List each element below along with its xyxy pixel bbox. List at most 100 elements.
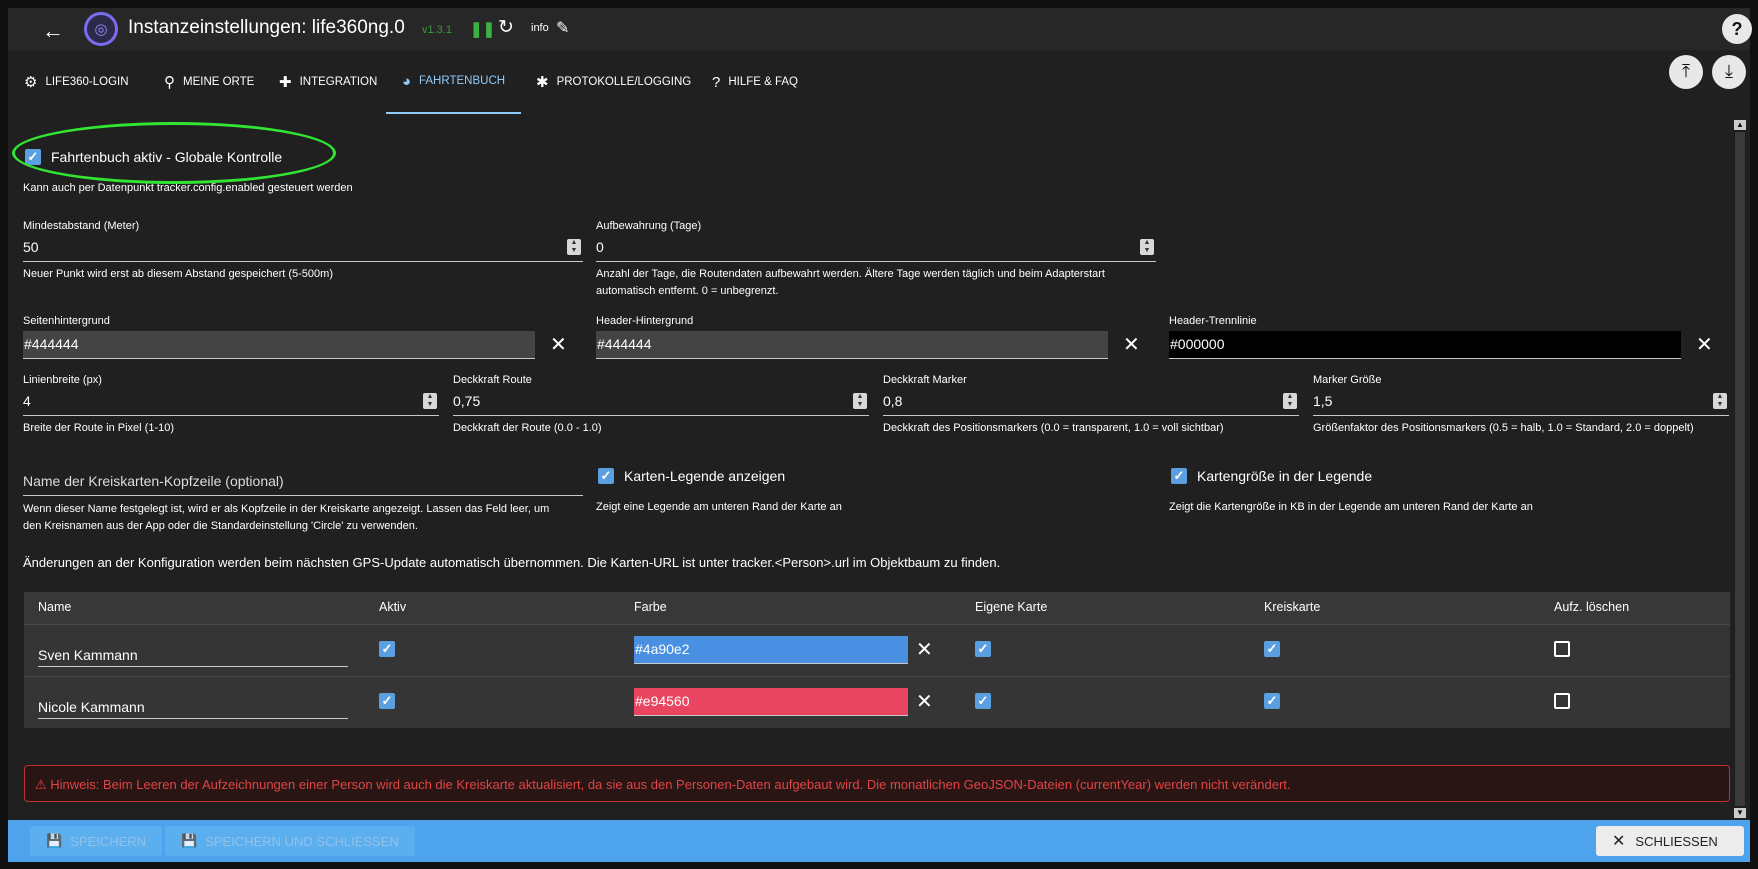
globe-icon: ◕: [401, 72, 411, 90]
tab-label: LIFE360-LOGIN: [45, 76, 129, 88]
route-opacity-input[interactable]: 0,75 ▲ ▼: [453, 390, 869, 416]
min-distance-value: 50: [23, 239, 39, 255]
kreiskarte-checkbox[interactable]: ✓: [1264, 641, 1280, 657]
line-width-input[interactable]: 4 ▲ ▼: [23, 390, 439, 416]
route-opacity-value: 0,75: [453, 393, 481, 409]
page-bg-input[interactable]: #444444: [23, 331, 535, 359]
save-close-button[interactable]: 💾 SPEICHERN UND SCHLIESSEN: [165, 826, 415, 856]
tab-label: FAHRTENBUCH: [419, 75, 506, 87]
clear-page-bg-icon[interactable]: ✕: [550, 335, 567, 355]
floppy-icon: 💾: [181, 833, 198, 848]
tab-hilfe-faq[interactable]: ? HILFE & FAQ: [702, 50, 808, 114]
line-width-label: Linienbreite (px): [23, 374, 102, 386]
header-bg-input[interactable]: #444444: [596, 331, 1108, 359]
header-bg-label: Header-Hintergrund: [596, 315, 694, 327]
edit-pencil-icon[interactable]: ✎: [556, 18, 569, 38]
highlight-circle: [12, 122, 336, 184]
marker-opacity-input[interactable]: 0,8 ▲ ▼: [883, 390, 1299, 416]
marker-opacity-value: 0,8: [883, 393, 903, 409]
header-line-input[interactable]: #000000: [1169, 331, 1681, 359]
table-row: Sven Kammann ✓ #4a90e2 ✕ ✓ ✓: [24, 624, 1730, 676]
pause-icon[interactable]: ❚❚: [470, 20, 495, 38]
clear-header-bg-icon[interactable]: ✕: [1123, 335, 1140, 355]
clear-color-icon[interactable]: ✕: [916, 640, 933, 660]
save-button[interactable]: 💾 SPEICHERN: [30, 826, 163, 856]
close-button[interactable]: ✕ SCHLIESSEN: [1596, 826, 1744, 856]
marker-opacity-help: Deckkraft des Positionsmarkers (0.0 = tr…: [883, 422, 1224, 434]
tab-label: INTEGRATION: [299, 76, 378, 88]
stepper-icon[interactable]: ▲ ▼: [567, 239, 581, 255]
person-name-input[interactable]: Sven Kammann: [38, 643, 348, 667]
stepper-icon[interactable]: ▲ ▼: [1140, 239, 1154, 255]
tab-integration[interactable]: ✚ INTEGRATION: [269, 50, 387, 114]
back-arrow-icon[interactable]: ←: [42, 18, 64, 44]
tab-bar: ⚙ LIFE360-LOGIN ⚲ MEINE ORTE ✚ INTEGRATI…: [8, 50, 1750, 114]
stepper-icon[interactable]: ▲ ▼: [853, 393, 867, 409]
page-bg-value: #444444: [24, 336, 79, 352]
app-window: ← ◎ Instanzeinstellungen: life360ng.0 v1…: [0, 0, 1758, 869]
retention-help-1: Anzahl der Tage, die Routendaten aufbewa…: [596, 268, 1105, 280]
color-input[interactable]: #4a90e2: [634, 636, 908, 664]
scroll-up-icon[interactable]: ▲: [1734, 120, 1746, 130]
retention-label: Aufbewahrung (Tage): [596, 220, 702, 232]
help-icon[interactable]: ?: [1722, 14, 1752, 44]
warning-alert: ⚠ Hinweis: Beim Leeren der Aufzeichnunge…: [24, 765, 1730, 802]
scrollbar-thumb[interactable]: [1735, 132, 1745, 806]
person-name-input[interactable]: Nicole Kammann: [38, 695, 348, 719]
line-width-help: Breite der Route in Pixel (1-10): [23, 422, 175, 434]
tab-fahrtenbuch[interactable]: ◕ FAHRTENBUCH: [386, 50, 521, 114]
upload-icon[interactable]: ⤒: [1669, 55, 1703, 89]
color-input[interactable]: #e94560: [634, 688, 908, 716]
page-title: Instanzeinstellungen: life360ng.0: [128, 17, 405, 38]
circle-header-help-1: Wenn dieser Name festgelegt ist, wird er…: [23, 503, 550, 515]
min-distance-help: Neuer Punkt wird erst ab diesem Abstand …: [23, 268, 333, 280]
aufz-loeschen-checkbox[interactable]: [1554, 693, 1570, 709]
header-line-label: Header-Trennlinie: [1169, 315, 1257, 327]
title-bar: ← ◎ Instanzeinstellungen: life360ng.0 v1…: [8, 8, 1752, 50]
clear-header-line-icon[interactable]: ✕: [1696, 335, 1713, 355]
close-label: SCHLIESSEN: [1635, 833, 1718, 849]
bug-icon: ✱: [536, 74, 549, 91]
kreiskarte-checkbox[interactable]: ✓: [1264, 693, 1280, 709]
scrollbar[interactable]: ▲ ▼: [1734, 120, 1746, 818]
marker-size-label: Marker Größe: [1313, 374, 1382, 386]
retention-input[interactable]: 0 ▲ ▼: [596, 236, 1156, 262]
help-circle-icon: ?: [712, 73, 721, 91]
route-opacity-label: Deckkraft Route: [453, 374, 532, 386]
clear-color-icon[interactable]: ✕: [916, 692, 933, 712]
tab-life360-login[interactable]: ⚙ LIFE360-LOGIN: [14, 50, 139, 114]
tab-protokolle-logging[interactable]: ✱ PROTOKOLLE/LOGGING: [526, 50, 701, 114]
reload-icon[interactable]: ↻: [498, 16, 514, 39]
close-icon: ✕: [1612, 833, 1626, 850]
adapter-logo: ◎: [84, 12, 118, 46]
person-name: Sven Kammann: [38, 647, 138, 663]
aufz-loeschen-checkbox[interactable]: [1554, 641, 1570, 657]
min-distance-input[interactable]: 50 ▲ ▼: [23, 236, 583, 262]
aktiv-checkbox[interactable]: ✓: [379, 641, 395, 657]
marker-size-value: 1,5: [1313, 393, 1333, 409]
map-size-checkbox[interactable]: ✓: [1171, 468, 1187, 484]
marker-size-input[interactable]: 1,5 ▲ ▼: [1313, 390, 1729, 416]
header-line-value: #000000: [1170, 336, 1225, 352]
col-eigene-karte: Eigene Karte: [975, 600, 1048, 614]
route-opacity-help: Deckkraft der Route (0.0 - 1.0): [453, 422, 602, 434]
circle-header-input[interactable]: Name der Kreiskarten-Kopfzeile (optional…: [23, 470, 583, 496]
stepper-icon[interactable]: ▲ ▼: [423, 393, 437, 409]
line-width-value: 4: [23, 393, 31, 409]
stepper-icon[interactable]: ▲ ▼: [1283, 393, 1297, 409]
puzzle-icon: ✚: [279, 74, 292, 91]
show-legend-checkbox[interactable]: ✓: [598, 468, 614, 484]
col-farbe: Farbe: [634, 600, 667, 614]
download-icon[interactable]: ⤓: [1712, 55, 1746, 89]
eigene-karte-checkbox[interactable]: ✓: [975, 693, 991, 709]
retention-value: 0: [596, 239, 604, 255]
marker-opacity-label: Deckkraft Marker: [883, 374, 967, 386]
tab-meine-orte[interactable]: ⚲ MEINE ORTE: [154, 50, 264, 114]
show-legend-label: Karten-Legende anzeigen: [624, 468, 786, 484]
scroll-down-icon[interactable]: ▼: [1734, 808, 1746, 818]
circle-header-help-2: den Kreisnamen aus der App oder die Stan…: [23, 520, 418, 532]
config-notice: Änderungen an der Konfiguration werden b…: [23, 555, 1001, 570]
eigene-karte-checkbox[interactable]: ✓: [975, 641, 991, 657]
stepper-icon[interactable]: ▲ ▼: [1713, 393, 1727, 409]
aktiv-checkbox[interactable]: ✓: [379, 693, 395, 709]
